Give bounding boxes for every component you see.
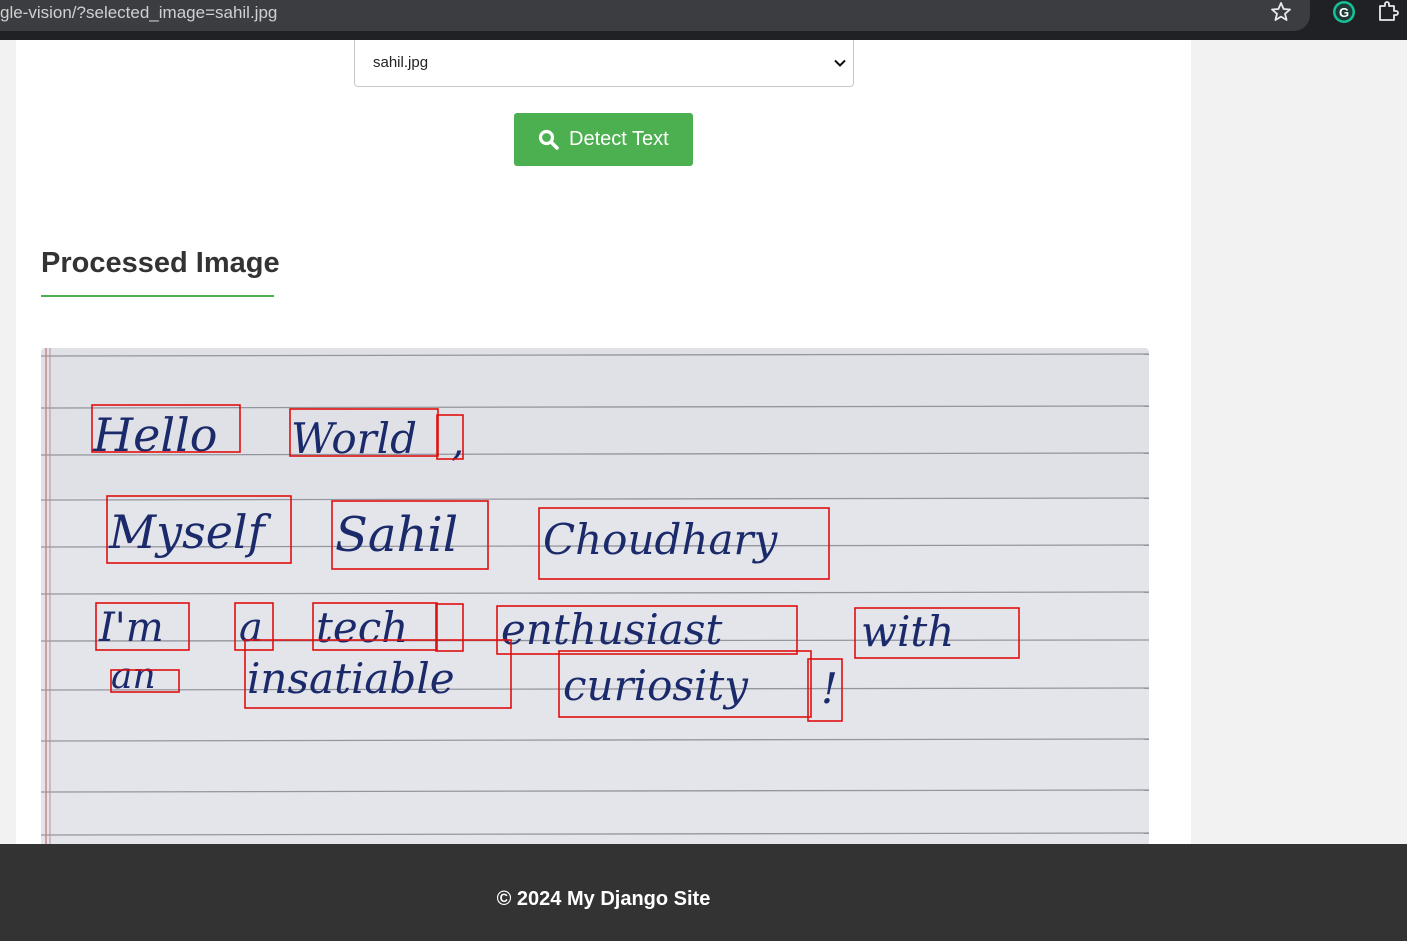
hw-word: an (111, 656, 156, 697)
hw-word: I'm (98, 605, 164, 651)
site-footer: © 2024 My Django Site (0, 844, 1407, 941)
image-select-value: sahil.jpg (373, 54, 429, 71)
detect-text-label: Detect Text (569, 128, 669, 150)
title-underline (41, 295, 274, 297)
url-text[interactable]: gle-vision/?selected_image=sahil.jpg (0, 3, 277, 23)
hw-word: ! (821, 664, 838, 713)
processed-image: Hello World , Myself Sahil Choudhary I'm… (41, 348, 1149, 844)
hw-word: Myself (108, 505, 272, 559)
detect-text-button[interactable]: Detect Text (514, 113, 693, 166)
hw-word: insatiable (247, 654, 455, 703)
hw-word: tech (316, 603, 408, 652)
image-select[interactable]: sahil.jpg (354, 40, 854, 87)
grammarly-icon[interactable]: G (1332, 0, 1356, 24)
processed-image-canvas: Hello World , Myself Sahil Choudhary I'm… (41, 348, 1149, 844)
hw-word: with (861, 607, 954, 656)
footer-copyright: © 2024 My Django Site (496, 888, 711, 910)
hw-word: enthusiast (501, 605, 722, 654)
hw-word: Hello (92, 408, 217, 462)
section-title: Processed Image (41, 247, 280, 279)
address-bar[interactable]: gle-vision/?selected_image=sahil.jpg (0, 0, 1310, 31)
hw-word: curiosity (563, 661, 749, 710)
hw-word: Choudhary (543, 515, 779, 564)
hw-word: Sahil (335, 507, 458, 563)
content-card: sahil.jpg Detect Text Processed Image He… (16, 40, 1191, 844)
browser-toolbar: gle-vision/?selected_image=sahil.jpg G (0, 0, 1407, 40)
bookmark-star-icon[interactable] (1269, 0, 1293, 24)
chevron-down-icon (834, 59, 846, 67)
search-icon (538, 129, 559, 150)
extensions-puzzle-icon[interactable] (1376, 0, 1400, 24)
svg-text:G: G (1339, 5, 1349, 20)
hw-word: a (239, 605, 263, 651)
